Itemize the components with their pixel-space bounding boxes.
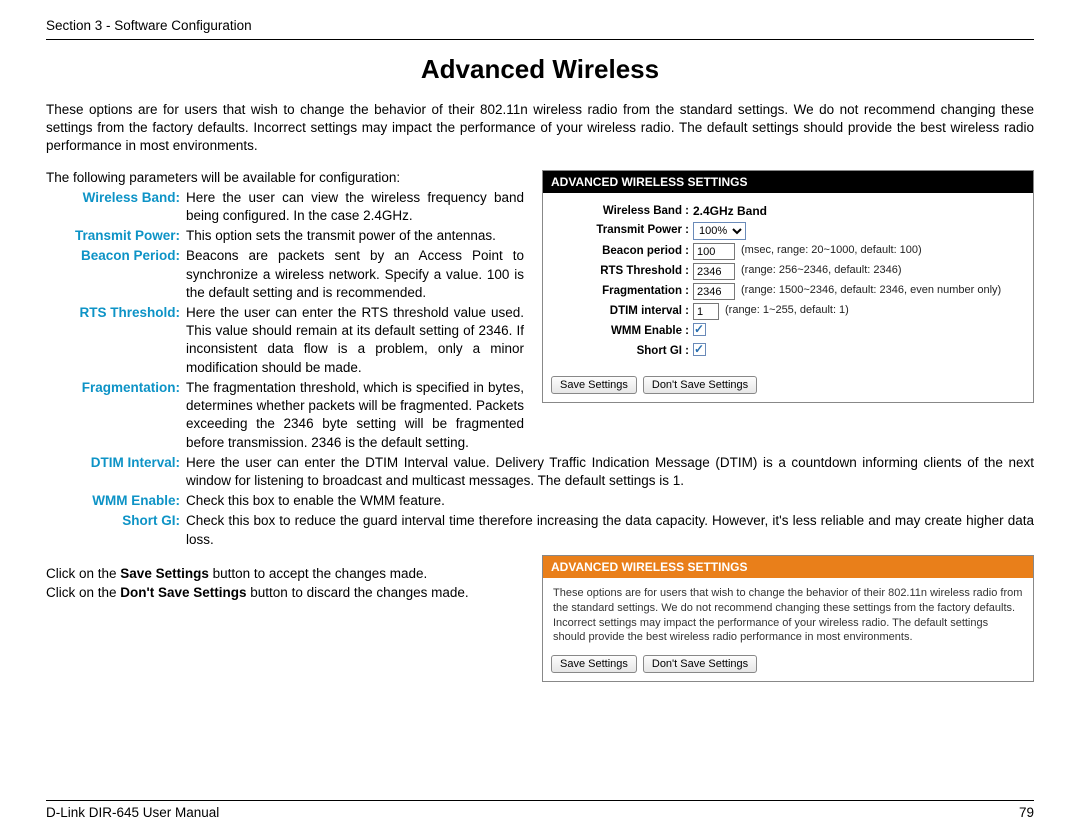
- row-wireless-band: Wireless Band : 2.4GHz Band: [553, 203, 1023, 220]
- left-column: The following parameters will be availab…: [46, 170, 524, 452]
- content-row: The following parameters will be availab…: [46, 170, 1034, 452]
- panel-body: Wireless Band : 2.4GHz Band Transmit Pow…: [543, 193, 1033, 370]
- form-label: Fragmentation :: [553, 283, 693, 299]
- param-fragmentation: Fragmentation: The fragmentation thresho…: [46, 379, 524, 452]
- row-rts-threshold: RTS Threshold : (range: 256~2346, defaul…: [553, 263, 1023, 280]
- param-label: DTIM Interval:: [46, 454, 186, 490]
- form-label: Wireless Band :: [553, 203, 693, 219]
- param-wmm-enable: WMM Enable: Check this box to enable the…: [46, 492, 1034, 510]
- form-label: WMM Enable :: [553, 323, 693, 339]
- info-panel-column: ADVANCED WIRELESS SETTINGS These options…: [542, 555, 1034, 692]
- dont-save-settings-button[interactable]: Don't Save Settings: [643, 376, 757, 394]
- param-wireless-band: Wireless Band: Here the user can view th…: [46, 189, 524, 225]
- row-dtim-interval: DTIM interval : (range: 1~255, default: …: [553, 303, 1023, 320]
- dont-save-settings-button[interactable]: Don't Save Settings: [643, 655, 757, 673]
- button-row: Save Settings Don't Save Settings: [543, 370, 1033, 402]
- wmm-enable-checkbox[interactable]: [693, 323, 706, 336]
- form-label: RTS Threshold :: [553, 263, 693, 279]
- page-title: Advanced Wireless: [46, 54, 1034, 85]
- rts-hint: (range: 256~2346, default: 2346): [741, 263, 902, 278]
- wireless-band-value: 2.4GHz Band: [693, 203, 767, 220]
- param-desc: Check this box to reduce the guard inter…: [186, 512, 1034, 548]
- param-label: Wireless Band:: [46, 189, 186, 225]
- param-label: Transmit Power:: [46, 227, 186, 245]
- param-desc: Here the user can view the wireless freq…: [186, 189, 524, 225]
- footer-left: D-Link DIR-645 User Manual: [46, 805, 219, 820]
- param-desc: Here the user can enter the RTS threshol…: [186, 304, 524, 377]
- param-label: Fragmentation:: [46, 379, 186, 452]
- row-short-gi: Short GI :: [553, 343, 1023, 359]
- form-label: Transmit Power :: [553, 222, 693, 238]
- param-label: RTS Threshold:: [46, 304, 186, 377]
- right-column: ADVANCED WIRELESS SETTINGS Wireless Band…: [542, 170, 1034, 413]
- advanced-wireless-settings-panel: ADVANCED WIRELESS SETTINGS Wireless Band…: [542, 170, 1034, 403]
- param-desc: Beacons are packets sent by an Access Po…: [186, 247, 524, 302]
- param-label: WMM Enable:: [46, 492, 186, 510]
- save-note-1: Click on the Save Settings button to acc…: [46, 565, 524, 603]
- param-intro: The following parameters will be availab…: [46, 170, 524, 185]
- button-row: Save Settings Don't Save Settings: [543, 649, 1033, 681]
- row-transmit-power: Transmit Power : 100%: [553, 222, 1023, 240]
- fragmentation-input[interactable]: [693, 283, 735, 300]
- fragmentation-hint: (range: 1500~2346, default: 2346, even n…: [741, 283, 1001, 298]
- param-label: Beacon Period:: [46, 247, 186, 302]
- save-settings-button[interactable]: Save Settings: [551, 655, 637, 673]
- bottom-row: Click on the Save Settings button to acc…: [46, 555, 1034, 692]
- row-beacon-period: Beacon period : (msec, range: 20~1000, d…: [553, 243, 1023, 260]
- rts-threshold-input[interactable]: [693, 263, 735, 280]
- form-label: Beacon period :: [553, 243, 693, 259]
- form-label: DTIM interval :: [553, 303, 693, 319]
- param-desc: This option sets the transmit power of t…: [186, 227, 524, 245]
- param-desc: The fragmentation threshold, which is sp…: [186, 379, 524, 452]
- param-transmit-power: Transmit Power: This option sets the tra…: [46, 227, 524, 245]
- param-dtim-interval: DTIM Interval: Here the user can enter t…: [46, 454, 1034, 490]
- footer-page-number: 79: [1019, 805, 1034, 820]
- section-header: Section 3 - Software Configuration: [46, 18, 1034, 40]
- dtim-interval-input[interactable]: [693, 303, 719, 320]
- param-desc: Check this box to enable the WMM feature…: [186, 492, 1034, 510]
- panel-header: ADVANCED WIRELESS SETTINGS: [543, 556, 1033, 578]
- row-fragmentation: Fragmentation : (range: 1500~2346, defau…: [553, 283, 1023, 300]
- save-notes: Click on the Save Settings button to acc…: [46, 555, 524, 603]
- param-label: Short GI:: [46, 512, 186, 548]
- beacon-hint: (msec, range: 20~1000, default: 100): [741, 243, 922, 258]
- beacon-period-input[interactable]: [693, 243, 735, 260]
- advanced-wireless-info-panel: ADVANCED WIRELESS SETTINGS These options…: [542, 555, 1034, 682]
- save-settings-button[interactable]: Save Settings: [551, 376, 637, 394]
- form-label: Short GI :: [553, 343, 693, 359]
- row-wmm-enable: WMM Enable :: [553, 323, 1023, 339]
- transmit-power-select[interactable]: 100%: [693, 222, 746, 240]
- intro-paragraph: These options are for users that wish to…: [46, 101, 1034, 156]
- panel-header: ADVANCED WIRELESS SETTINGS: [543, 171, 1033, 193]
- page-footer: D-Link DIR-645 User Manual 79: [46, 800, 1034, 820]
- short-gi-checkbox[interactable]: [693, 343, 706, 356]
- param-rts-threshold: RTS Threshold: Here the user can enter t…: [46, 304, 524, 377]
- dtim-hint: (range: 1~255, default: 1): [725, 303, 849, 318]
- info-panel-text: These options are for users that wish to…: [543, 578, 1033, 649]
- param-beacon-period: Beacon Period: Beacons are packets sent …: [46, 247, 524, 302]
- param-desc: Here the user can enter the DTIM Interva…: [186, 454, 1034, 490]
- param-short-gi: Short GI: Check this box to reduce the g…: [46, 512, 1034, 548]
